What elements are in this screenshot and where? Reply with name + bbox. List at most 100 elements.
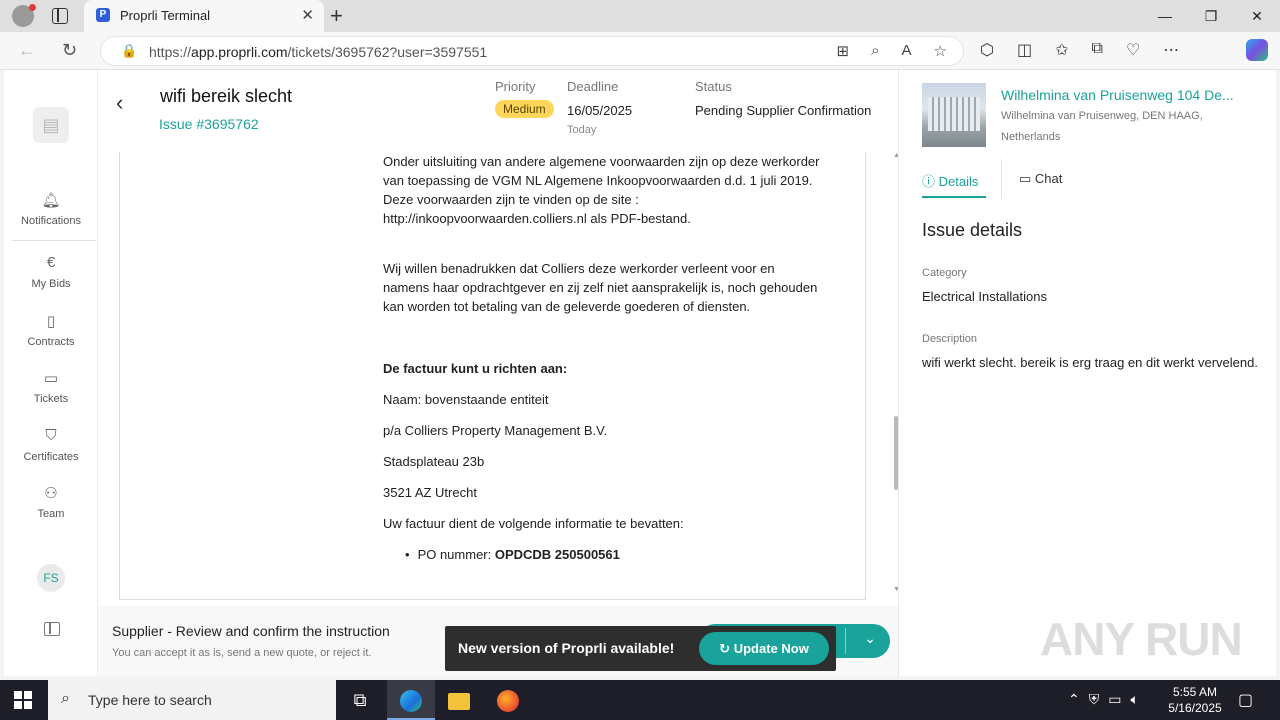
tab-chat[interactable]: ▭ Chat: [1019, 171, 1062, 187]
invoice-heading: De factuur kunt u richten aan:: [383, 361, 568, 376]
doc-line: Naam: bovenstaande entiteit: [383, 392, 549, 407]
back-chevron-icon[interactable]: ‹: [116, 90, 123, 116]
edge-taskbar-icon[interactable]: [387, 680, 435, 720]
chat-icon: ▭: [1019, 171, 1032, 186]
more-options-icon[interactable]: ⋯: [1163, 40, 1179, 60]
close-window-icon[interactable]: ✕: [1234, 0, 1280, 32]
property-name-link[interactable]: Wilhelmina van Pruisenweg 104 De...: [1001, 87, 1253, 103]
minimize-icon[interactable]: —: [1142, 0, 1188, 32]
euro-icon: €: [46, 254, 56, 271]
info-icon: ⓘ: [922, 174, 936, 189]
nav-item-my-bids[interactable]: € My Bids: [4, 254, 98, 290]
button-divider: [845, 628, 846, 654]
restore-icon[interactable]: ❐: [1188, 0, 1234, 32]
system-clock[interactable]: 5:55 AM 5/16/2025: [1160, 684, 1230, 716]
nav-label: Tickets: [33, 393, 69, 405]
category-value: Electrical Installations: [922, 289, 1047, 304]
task-view-icon[interactable]: ⧉: [336, 680, 384, 720]
favorites-icon[interactable]: ✩: [1055, 40, 1068, 60]
doc-line: p/a Colliers Property Management B.V.: [383, 423, 608, 438]
ticket-header: ‹ wifi bereik slecht Issue #3695762 Prio…: [98, 70, 898, 152]
panel-tabs: ⓘ Details ▭ Chat: [922, 159, 1262, 199]
network-icon[interactable]: ▭: [1108, 691, 1121, 708]
status-label: Status: [695, 79, 732, 94]
property-country: Netherlands: [1001, 131, 1061, 143]
back-arrow-icon[interactable]: ←: [18, 40, 36, 61]
taskbar-search[interactable]: ⌕ Type here to search: [48, 680, 336, 720]
notification-dot-icon: [29, 4, 36, 11]
browser-tab[interactable]: P Proprli Terminal ✕: [84, 0, 324, 32]
firefox-icon[interactable]: [484, 680, 532, 720]
collapse-panel-icon[interactable]: [44, 622, 60, 636]
address-bar[interactable]: 🔒 https://app.proprli.com/tickets/369576…: [100, 36, 964, 66]
po-value: OPDCDB 250500561: [494, 547, 620, 562]
browser-tab-bar: P Proprli Terminal ✕ + — ❐ ✕: [0, 0, 1280, 32]
description-value: wifi werkt slecht. bereik is erg traag e…: [922, 355, 1258, 370]
details-panel: Wilhelmina van Pruisenweg 104 De... Wilh…: [898, 70, 1276, 676]
anyrun-watermark: ANY RUN: [1040, 613, 1243, 665]
update-toast: New version of Proprli available! ↻ Upda…: [445, 626, 836, 671]
zoom-icon[interactable]: ⌕: [871, 42, 879, 60]
read-aloud-icon[interactable]: A: [902, 42, 912, 60]
nav-item-tickets[interactable]: ▭ Tickets: [4, 369, 98, 405]
category-label: Category: [922, 267, 967, 279]
ticket-icon: ▭: [43, 370, 59, 387]
lock-icon[interactable]: 🔒: [121, 43, 137, 59]
favorite-star-icon[interactable]: ☆: [934, 42, 947, 60]
nav-label: Team: [37, 508, 65, 520]
nav-item-certificates[interactable]: ⛉ Certificates: [4, 427, 98, 463]
doc-line: Stadsplateau 23b: [383, 454, 485, 469]
footer-subtitle: You can accept it as is, send a new quot…: [112, 647, 372, 659]
doc-paragraph: Wij willen benadrukken dat Colliers deze…: [383, 261, 818, 314]
status-value: Pending Supplier Confirmation: [695, 103, 872, 118]
collections-icon[interactable]: ⧉: [1092, 40, 1103, 60]
apps-icon[interactable]: ⊞: [837, 42, 850, 60]
refresh-icon[interactable]: ↻: [62, 40, 77, 61]
app-window: ▤ 🔔︎ Notifications € My Bids ▯ Contracts…: [4, 70, 1276, 676]
user-avatar[interactable]: FS: [37, 564, 65, 592]
shield-check-icon: ⛉: [45, 427, 57, 444]
windows-taskbar: ⌕ Type here to search ⧉ ⌃ ⛨ ▭ 🔈︎ 5:55 AM…: [0, 680, 1280, 720]
ticket-title: wifi bereik slecht: [160, 86, 293, 106]
tab-details[interactable]: ⓘ Details: [922, 171, 978, 190]
system-tray: ⌃ ⛨ ▭ 🔈︎: [1068, 691, 1139, 708]
security-icon[interactable]: ⛨: [1089, 691, 1100, 708]
extensions-icon[interactable]: ⬡: [980, 40, 994, 60]
doc-paragraph: Onder uitsluiting van andere algemene vo…: [383, 154, 820, 226]
po-list-item: • PO nummer: OPDCDB 250500561: [383, 545, 823, 564]
property-photo: [922, 83, 986, 147]
notification-center-icon[interactable]: ▢: [1238, 690, 1253, 710]
performance-icon[interactable]: ♡: [1126, 40, 1140, 60]
deadline-sub: Today: [567, 124, 597, 136]
toast-message: New version of Proprli available!: [458, 640, 675, 656]
file-explorer-icon[interactable]: [435, 680, 483, 720]
po-label: PO nummer:: [417, 547, 495, 562]
chevron-up-icon[interactable]: ⌃: [1068, 691, 1080, 708]
description-label: Description: [922, 333, 978, 345]
close-tab-icon[interactable]: ✕: [301, 6, 314, 24]
new-tab-icon[interactable]: +: [330, 3, 343, 29]
nav-label: My Bids: [31, 278, 71, 290]
chevron-down-icon[interactable]: ⌄: [864, 630, 876, 647]
priority-badge: Medium: [495, 100, 554, 118]
volume-icon[interactable]: 🔈︎: [1130, 691, 1138, 708]
nav-item-notifications[interactable]: 🔔︎ Notifications: [4, 191, 98, 227]
ticket-main: ‹ wifi bereik slecht Issue #3695762 Prio…: [98, 70, 900, 676]
copilot-icon[interactable]: [1246, 39, 1268, 61]
footer-title: Supplier - Review and confirm the instru…: [112, 623, 390, 639]
browser-toolbar: ← ↻ 🔒 https://app.proprli.com/tickets/36…: [0, 32, 1280, 70]
building-logo-icon[interactable]: ▤: [33, 107, 69, 143]
nav-label: Notifications: [21, 215, 81, 227]
nav-item-team[interactable]: ⚇ Team: [4, 484, 98, 520]
tab-title: Proprli Terminal: [120, 8, 211, 23]
split-screen-icon[interactable]: ◫: [1017, 40, 1032, 60]
search-placeholder: Type here to search: [88, 692, 212, 708]
windows-start-icon[interactable]: [14, 691, 32, 709]
sidebar-toggle-icon[interactable]: [52, 8, 68, 24]
instruction-document[interactable]: Onder uitsluiting van andere algemene vo…: [119, 152, 866, 600]
issue-details-heading: Issue details: [922, 220, 1023, 240]
nav-item-contracts[interactable]: ▯ Contracts: [4, 312, 98, 348]
update-now-button[interactable]: ↻ Update Now: [699, 632, 829, 665]
team-icon: ⚇: [44, 485, 58, 502]
url-text: https://app.proprli.com/tickets/3695762?…: [149, 44, 488, 60]
